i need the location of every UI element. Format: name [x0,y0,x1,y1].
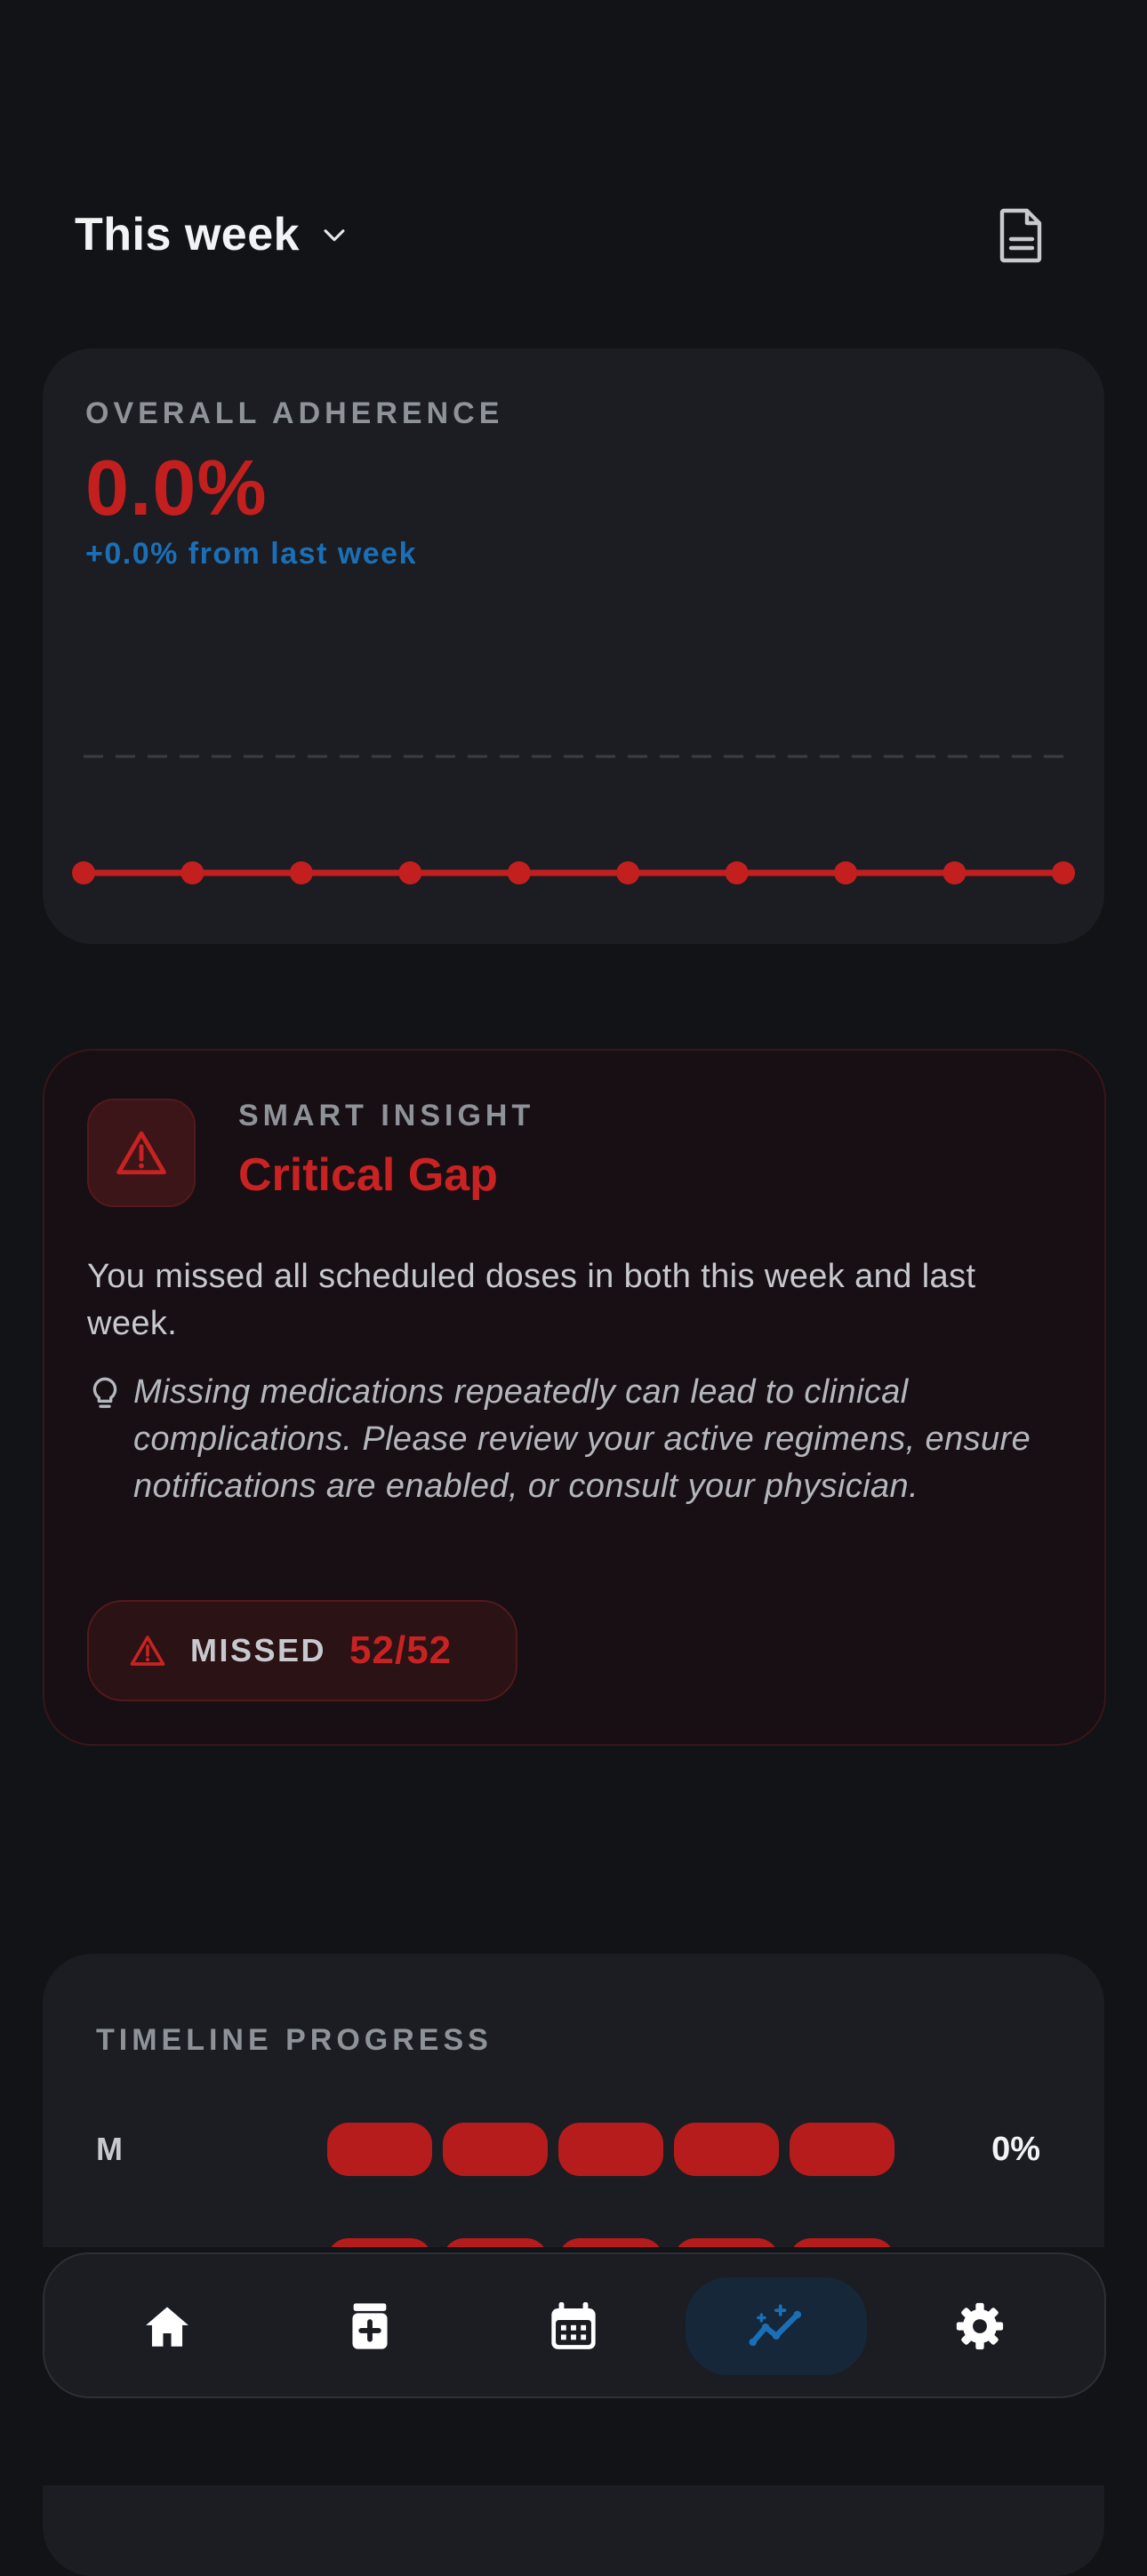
document-icon [999,208,1042,263]
insight-icon-badge [87,1099,196,1207]
missed-doses-badge: MISSED 52/52 [87,1600,517,1701]
home-icon [146,2307,188,2347]
dose-block [790,2123,894,2176]
sparkline-point [398,861,422,884]
sparkline-point [72,861,95,884]
insight-title: Critical Gap [238,1149,498,1201]
insight-body: You missed all scheduled doses in both t… [87,1258,976,1342]
nav-home[interactable] [76,2277,258,2375]
timeline-progress-kicker: TIMELINE PROGRESS [96,2023,493,2057]
sparkline-point [616,861,640,884]
sparkline-point [1052,861,1075,884]
period-selector[interactable]: This week [75,203,349,267]
sparkline-point [942,861,967,884]
sparkline-point [507,861,531,884]
report-button[interactable] [989,203,1055,268]
insight-tip: Missing medications repeatedly can lead … [133,1373,1031,1505]
warning-icon [130,1636,165,1666]
dose-block [674,2123,779,2176]
smart-insight-kicker: SMART INSIGHT [238,1099,535,1132]
gear-icon [956,2302,1004,2350]
sparkline-point [180,861,205,884]
nav-calendar[interactable] [483,2277,664,2375]
medication-icon [352,2303,388,2349]
adherence-sparkline [72,755,1075,884]
dose-block [558,2123,663,2176]
lightbulb-icon [92,1377,117,1408]
sparkline-point [834,861,858,884]
insights-icon [749,2304,802,2347]
calendar-icon [551,2302,596,2349]
nav-medications[interactable] [279,2277,461,2375]
dose-block [443,2123,548,2176]
period-label: This week [75,209,301,260]
timeline-percent: 0% [991,2130,1040,2168]
nav-insights[interactable] [686,2277,867,2375]
warning-icon [116,1131,166,1175]
nav-settings[interactable] [889,2277,1071,2375]
sparkline-point [289,861,313,884]
dose-block [327,2123,432,2176]
missed-label: MISSED [190,1632,327,1668]
chevron-down-icon [324,229,345,242]
timeline-day: M [96,2131,123,2167]
timeline-row: M 0% [96,2123,1040,2176]
timeline-blocks [327,2123,894,2176]
missed-value: 52/52 [349,1628,453,1672]
sparkline-point [725,861,749,884]
